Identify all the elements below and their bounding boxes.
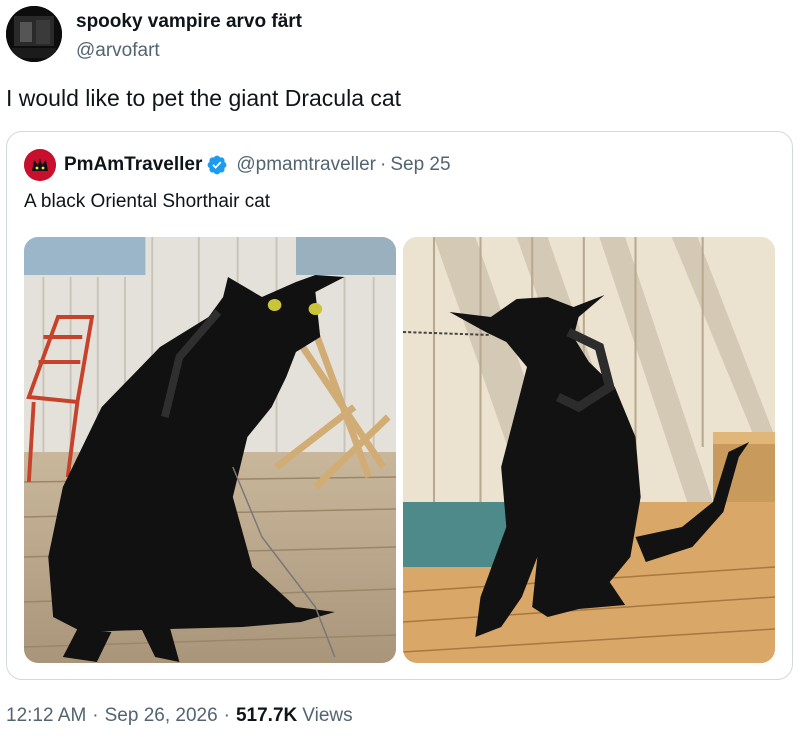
views-count[interactable]: 517.7K [236, 704, 297, 728]
tweet-meta: 12:12 AM · Sep 26, 2026 · 517.7K Views [6, 704, 353, 728]
author-avatar[interactable] [6, 6, 62, 62]
quoted-author-display-name[interactable]: PmAmTraveller [64, 154, 202, 176]
meta-separator: · [223, 705, 230, 726]
quoted-tweet[interactable]: PmAmTraveller @pmamtraveller · Sep 25 A … [6, 131, 793, 680]
verified-badge-icon [206, 154, 228, 176]
quoted-tweet-date[interactable]: Sep 25 [390, 154, 450, 176]
quoted-avatar-image [24, 149, 56, 181]
quoted-tweet-text: A black Oriental Shorthair cat [24, 191, 271, 212]
photo-cat-sitting-deck[interactable] [24, 237, 396, 663]
avatar-image [6, 6, 62, 62]
cat-photo-image [24, 237, 396, 663]
tweet-time[interactable]: 12:12 AM [6, 704, 86, 728]
quoted-author-avatar[interactable] [24, 149, 56, 181]
views-label: Views [302, 705, 353, 726]
quoted-tweet-header: PmAmTraveller @pmamtraveller · Sep 25 [24, 149, 451, 181]
author-display-name[interactable]: spooky vampire arvo färt [76, 10, 302, 34]
tweet-author: spooky vampire arvo färt @arvofart [6, 6, 302, 62]
tweet-date[interactable]: Sep 26, 2026 [105, 704, 218, 728]
quoted-author-handle[interactable]: @pmamtraveller [236, 154, 376, 176]
author-handle[interactable]: @arvofart [76, 38, 302, 64]
quoted-tweet-media [24, 237, 775, 663]
meta-separator: · [92, 705, 99, 726]
tweet-text: I would like to pet the giant Dracula ca… [6, 85, 402, 111]
header-separator: · [380, 154, 387, 175]
photo-cat-sitting-sunlight[interactable] [403, 237, 775, 663]
cat-photo-image [403, 237, 775, 663]
